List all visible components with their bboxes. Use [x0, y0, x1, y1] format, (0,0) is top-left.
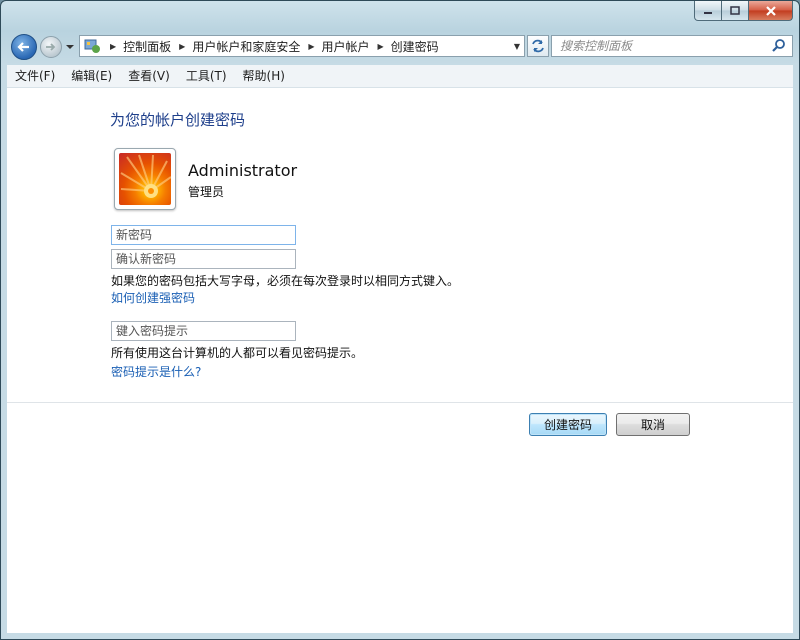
search-input[interactable]: [552, 38, 771, 54]
breadcrumb-item-create-password[interactable]: ▶ 创建密码: [370, 38, 439, 55]
user-name: Administrator: [188, 161, 298, 180]
user-role: 管理员: [188, 185, 225, 199]
flower-picture: [119, 153, 171, 205]
breadcrumb-label: 用户帐户和家庭安全: [192, 39, 301, 54]
page-title: 为您的帐户创建密码: [110, 111, 246, 129]
address-dropdown-icon[interactable]: ▼: [514, 42, 520, 51]
recent-pages-dropdown-icon[interactable]: [65, 42, 75, 52]
password-hint-field[interactable]: [111, 321, 296, 341]
caption-buttons: [694, 1, 793, 21]
chevron-right-icon: ▶: [308, 41, 315, 51]
minimize-icon: [704, 11, 712, 14]
what-is-hint-link[interactable]: 密码提示是什么?: [111, 363, 201, 380]
search-box[interactable]: [551, 35, 793, 57]
menu-bar: 文件(F) 编辑(E) 查看(V) 工具(T) 帮助(H): [7, 65, 793, 88]
refresh-icon: [532, 39, 544, 53]
menu-tools[interactable]: 工具(T): [178, 65, 235, 87]
content-pane: 为您的帐户创建密码 Administrator 管理员 如果您的密码包括大写字母…: [7, 88, 793, 633]
breadcrumb-label: 创建密码: [390, 39, 439, 54]
maximize-button[interactable]: [722, 1, 749, 21]
breadcrumb-label: 用户帐户: [321, 39, 370, 54]
divider: [7, 402, 793, 403]
minimize-button[interactable]: [694, 1, 722, 21]
search-icon[interactable]: [771, 38, 787, 54]
hint-visibility-note: 所有使用这台计算机的人都可以看见密码提示。: [111, 346, 364, 360]
menu-help[interactable]: 帮助(H): [235, 65, 293, 87]
strong-password-link[interactable]: 如何创建强密码: [111, 289, 195, 306]
menu-view[interactable]: 查看(V): [120, 65, 178, 87]
breadcrumb-item-user-accounts[interactable]: ▶ 用户帐户: [300, 38, 369, 55]
new-password-field[interactable]: [111, 225, 296, 245]
control-panel-icon: [84, 39, 100, 53]
breadcrumb-label: 控制面板: [123, 39, 172, 54]
back-arrow-icon: [17, 42, 29, 52]
maximize-icon: [730, 6, 740, 15]
chevron-right-icon: ▶: [179, 41, 186, 51]
flower-icon: [120, 154, 171, 198]
confirm-password-field[interactable]: [111, 249, 296, 269]
chevron-right-icon: ▶: [110, 41, 117, 51]
case-sensitivity-note: 如果您的密码包括大写字母，必须在每次登录时以相同方式键入。: [111, 274, 460, 288]
refresh-button[interactable]: [527, 35, 549, 57]
title-bar: [76, 5, 136, 17]
menu-edit[interactable]: 编辑(E): [63, 65, 120, 87]
cancel-button[interactable]: 取消: [616, 413, 690, 436]
forward-arrow-icon: [46, 43, 56, 51]
close-icon: [765, 5, 776, 16]
forward-button[interactable]: [40, 36, 62, 58]
breadcrumb-item-control-panel[interactable]: ▶ 控制面板: [102, 38, 171, 55]
navigation-bar: ▶ 控制面板 ▶ 用户帐户和家庭安全 ▶ 用户帐户 ▶ 创建密码 ▼: [9, 34, 793, 60]
back-button[interactable]: [11, 34, 37, 60]
menu-file[interactable]: 文件(F): [7, 65, 63, 87]
breadcrumb-item-user-accounts-family[interactable]: ▶ 用户帐户和家庭安全: [171, 38, 300, 55]
control-panel-window: ▶ 控制面板 ▶ 用户帐户和家庭安全 ▶ 用户帐户 ▶ 创建密码 ▼ 搜索控制面…: [0, 0, 800, 640]
address-bar[interactable]: ▶ 控制面板 ▶ 用户帐户和家庭安全 ▶ 用户帐户 ▶ 创建密码 ▼: [79, 35, 525, 57]
create-password-button[interactable]: 创建密码: [529, 413, 607, 436]
user-avatar: [114, 148, 176, 210]
chevron-right-icon: ▶: [377, 41, 384, 51]
close-button[interactable]: [749, 1, 793, 21]
